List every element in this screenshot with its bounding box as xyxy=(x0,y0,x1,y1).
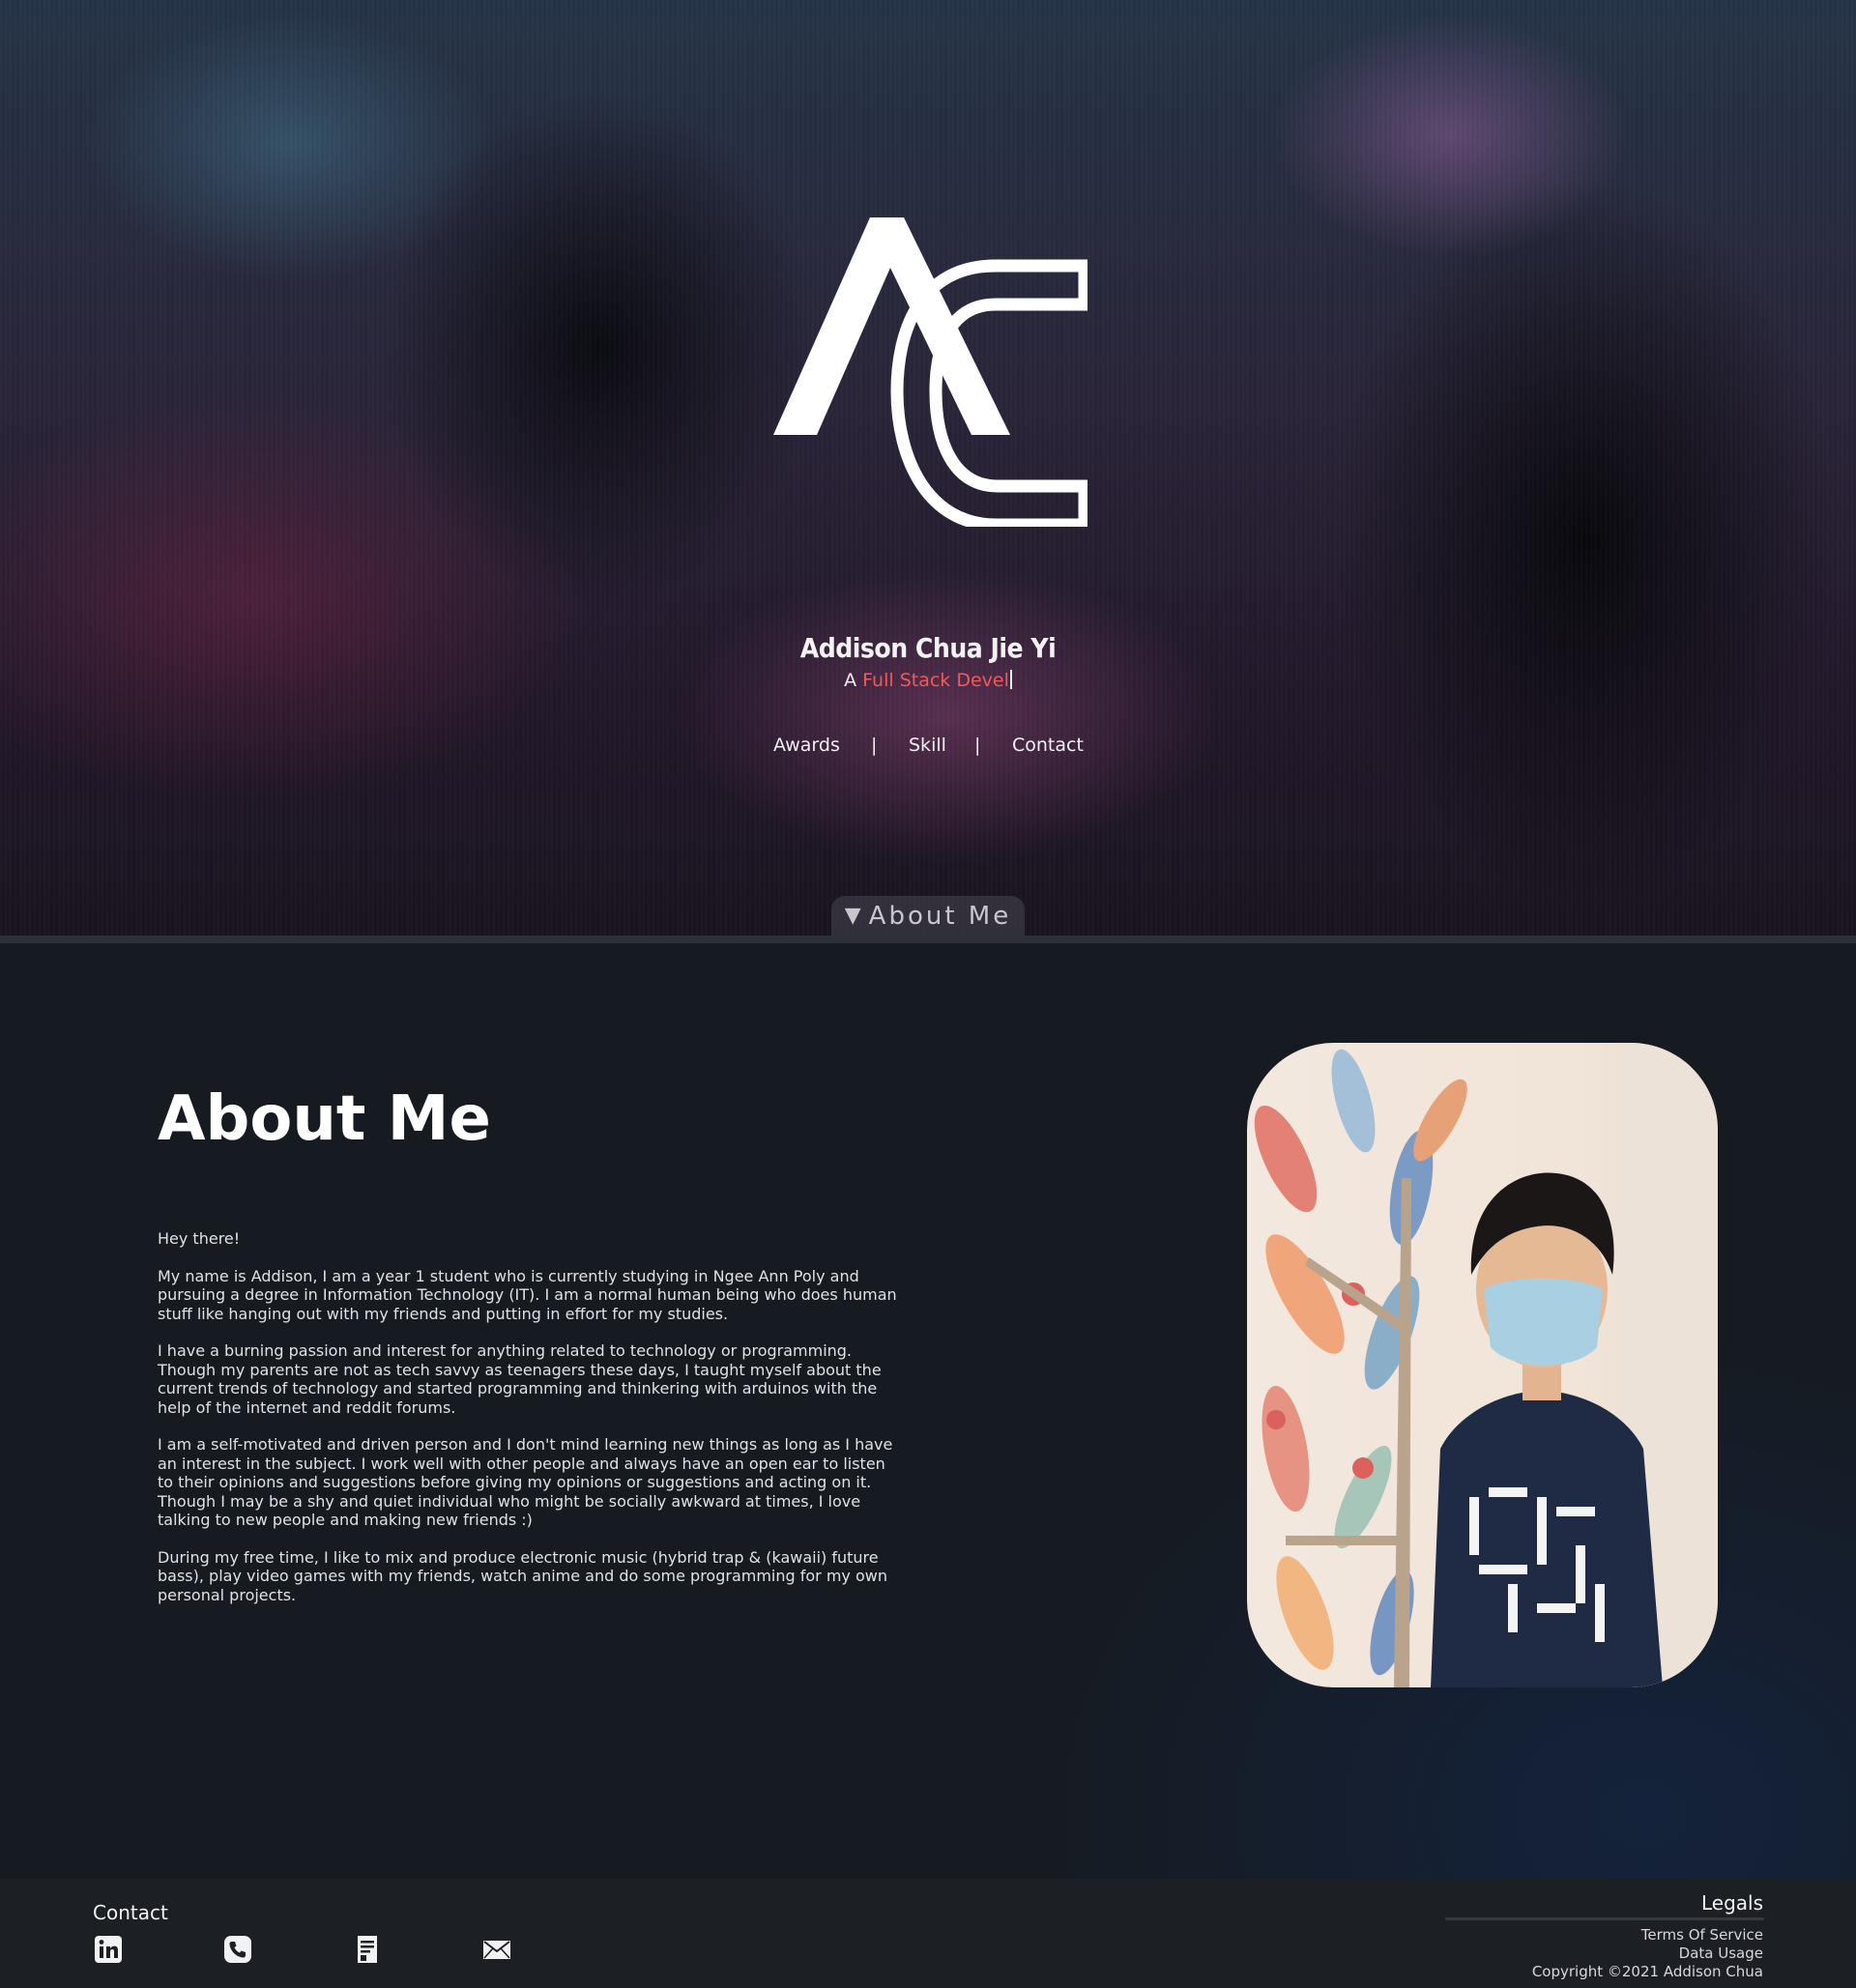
about-title: About Me xyxy=(158,1083,491,1155)
footer-legals-title: Legals xyxy=(1700,1891,1763,1915)
nav-contact-link[interactable]: Contact xyxy=(1012,735,1084,756)
scroll-to-about-button[interactable]: ▼ About Me xyxy=(831,896,1025,936)
about-paragraph: My name is Addison, I am a year 1 studen… xyxy=(158,1266,897,1323)
section-divider xyxy=(0,936,1856,943)
footer: Contact Legals Terms Of Service Data Usa… xyxy=(0,1879,1856,1988)
nav-separator: | xyxy=(974,735,981,756)
tagline-role: Full Stack Devel xyxy=(862,670,1009,691)
data-usage-link[interactable]: Data Usage xyxy=(1679,1945,1763,1962)
footer-contact-title: Contact xyxy=(93,1901,168,1924)
about-body: Hey there! My name is Addison, I am a ye… xyxy=(158,1229,902,1623)
legals-divider xyxy=(1445,1917,1764,1920)
about-paragraph: I have a burning passion and interest fo… xyxy=(158,1341,882,1417)
about-section: About Me Hey there! My name is Addison, … xyxy=(0,943,1856,1879)
nav-separator: | xyxy=(871,735,878,756)
terms-of-service-link[interactable]: Terms Of Service xyxy=(1641,1926,1763,1944)
resume-icon[interactable] xyxy=(352,1934,383,1965)
nav-skill-link[interactable]: Skill xyxy=(909,735,946,756)
portrait-photo xyxy=(1247,1043,1718,1687)
ac-logo xyxy=(773,217,1088,527)
about-paragraph: I am a self-motivated and driven person … xyxy=(158,1435,893,1530)
about-paragraph: Hey there! xyxy=(158,1229,241,1248)
nav-awards-link[interactable]: Awards xyxy=(773,735,840,756)
hero-nav: Awards | Skill | Contact xyxy=(0,735,1856,764)
triangle-down-icon: ▼ xyxy=(844,904,861,928)
typing-caret xyxy=(1009,670,1012,689)
copyright-text: Copyright ©2021 Addison Chua xyxy=(1531,1963,1763,1980)
hero-name: Addison Chua Jie Yi xyxy=(799,632,1057,664)
hero-banner: Addison Chua Jie Yi A Full Stack Devel A… xyxy=(0,0,1856,936)
about-paragraph: During my free time, I like to mix and p… xyxy=(158,1547,887,1604)
hero-tagline: A Full Stack Devel xyxy=(0,670,1856,691)
linkedin-icon[interactable] xyxy=(93,1934,124,1965)
phone-icon[interactable] xyxy=(222,1934,253,1965)
tagline-prefix: A xyxy=(844,670,857,691)
mail-icon[interactable] xyxy=(481,1934,512,1965)
scroll-tab-label: About Me xyxy=(868,901,1012,931)
